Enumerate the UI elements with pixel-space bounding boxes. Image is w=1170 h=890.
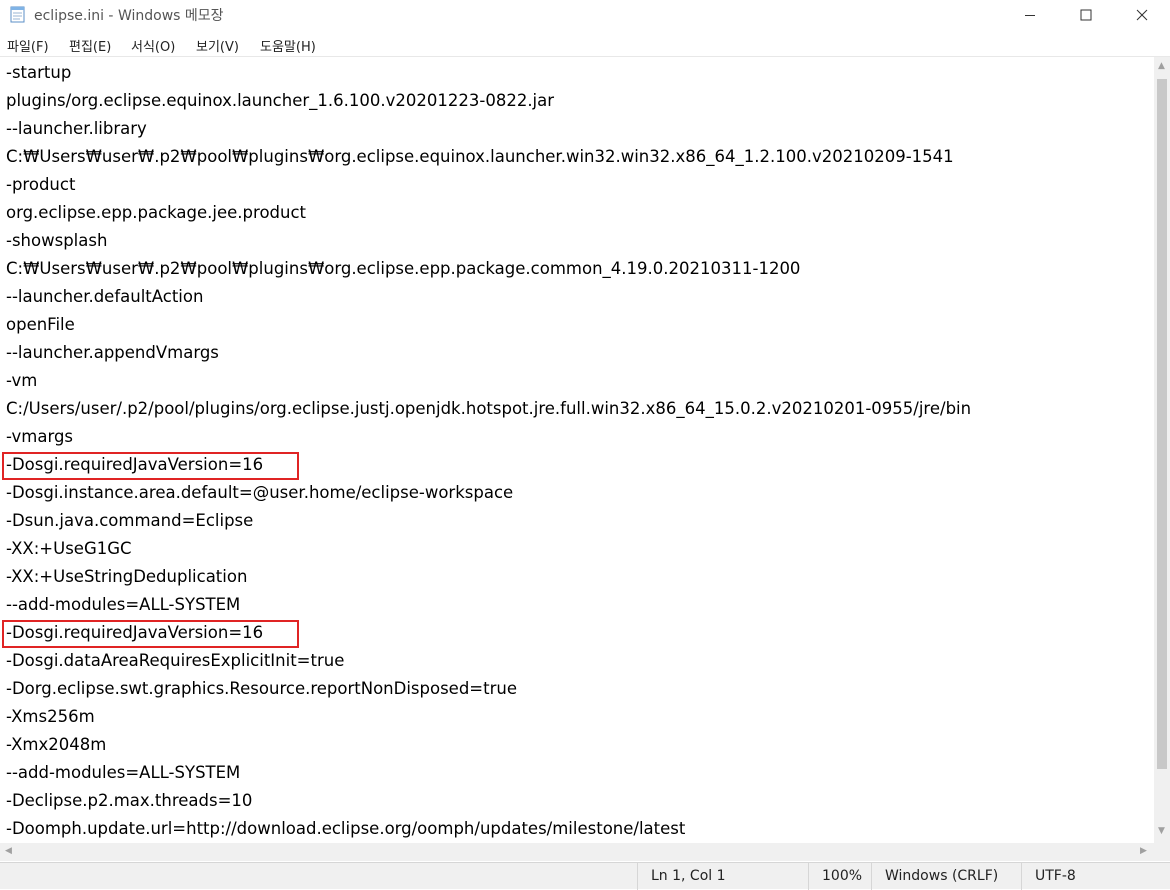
text-line: C:₩Users₩user₩.p2₩pool₩plugins₩org.eclip…: [6, 259, 801, 278]
text-line: openFile: [6, 315, 75, 334]
text-line: -vm: [6, 371, 38, 390]
minimize-button[interactable]: [1002, 0, 1058, 30]
menu-edit[interactable]: 편집(E): [69, 36, 111, 55]
text-line: plugins/org.eclipse.equinox.launcher_1.6…: [6, 91, 555, 110]
text-line: --launcher.library: [6, 119, 147, 138]
menu-view[interactable]: 보기(V): [196, 36, 239, 55]
menu-format[interactable]: 서식(O): [131, 36, 175, 55]
vertical-scrollbar[interactable]: ▲ ▼: [1154, 57, 1170, 843]
text-line: -Dsun.java.command=Eclipse: [6, 511, 254, 530]
scroll-down-icon[interactable]: ▼: [1158, 827, 1165, 836]
maximize-button[interactable]: [1058, 0, 1114, 30]
scroll-right-icon[interactable]: ▶: [1140, 847, 1147, 856]
scroll-left-icon[interactable]: ◀: [5, 847, 12, 856]
window-title: eclipse.ini - Windows 메모장: [34, 8, 224, 24]
text-line: -product: [6, 175, 76, 194]
text-line: -Dosgi.instance.area.default=@user.home/…: [6, 483, 514, 502]
text-line: -showsplash: [6, 231, 108, 250]
menu-file[interactable]: 파일(F): [7, 36, 49, 55]
vertical-scroll-thumb[interactable]: [1157, 79, 1167, 769]
text-line: -XX:+UseG1GC: [6, 539, 132, 558]
text-line: --add-modules=ALL-SYSTEM: [6, 595, 241, 614]
text-line: -Dorg.eclipse.swt.graphics.Resource.repo…: [6, 679, 517, 698]
horizontal-scrollbar[interactable]: ◀ ▶: [0, 843, 1154, 861]
text-line: --launcher.defaultAction: [6, 287, 204, 306]
minimize-icon: [1024, 6, 1036, 25]
text-line: C:₩Users₩user₩.p2₩pool₩plugins₩org.eclip…: [6, 147, 954, 166]
zoom-level: 100%: [808, 863, 871, 890]
text-line: org.eclipse.epp.package.jee.product: [6, 203, 307, 222]
scroll-up-icon[interactable]: ▲: [1158, 62, 1165, 71]
maximize-icon: [1080, 6, 1092, 25]
text-line: --add-modules=ALL-SYSTEM: [6, 763, 241, 782]
text-line: --launcher.appendVmargs: [6, 343, 219, 362]
text-line: -Xms256m: [6, 707, 95, 726]
text-line: -startup: [6, 63, 72, 82]
text-line-highlighted: -Dosgi.requiredJavaVersion=16: [6, 455, 264, 474]
menu-help[interactable]: 도움말(H): [260, 36, 316, 55]
text-line: -Xmx2048m: [6, 735, 107, 754]
text-line: C:/Users/user/.p2/pool/plugins/org.eclip…: [6, 399, 972, 418]
cursor-position: Ln 1, Col 1: [637, 863, 810, 890]
title-bar: eclipse.ini - Windows 메모장: [0, 0, 1170, 30]
text-line: -XX:+UseStringDeduplication: [6, 567, 248, 586]
text-line-highlighted: -Dosgi.requiredJavaVersion=16: [6, 623, 264, 642]
close-icon: [1136, 6, 1148, 25]
status-bar: Ln 1, Col 1 100% Windows (CRLF) UTF-8: [0, 862, 1170, 890]
close-button[interactable]: [1114, 0, 1170, 30]
text-line: -Declipse.p2.max.threads=10: [6, 791, 253, 810]
notepad-icon: [10, 5, 26, 23]
text-line: -Doomph.update.url=http://download.eclip…: [6, 819, 686, 838]
menu-bar: 파일(F) 편집(E) 서식(O) 보기(V) 도움말(H): [0, 31, 1170, 57]
text-line: -Dosgi.dataAreaRequiresExplicitInit=true: [6, 651, 345, 670]
line-ending: Windows (CRLF): [871, 863, 1021, 890]
text-line: -vmargs: [6, 427, 74, 446]
encoding: UTF-8: [1021, 863, 1170, 890]
text-editor[interactable]: -startup plugins/org.eclipse.equinox.lau…: [0, 57, 1154, 843]
scrollbar-corner: [1154, 843, 1170, 861]
